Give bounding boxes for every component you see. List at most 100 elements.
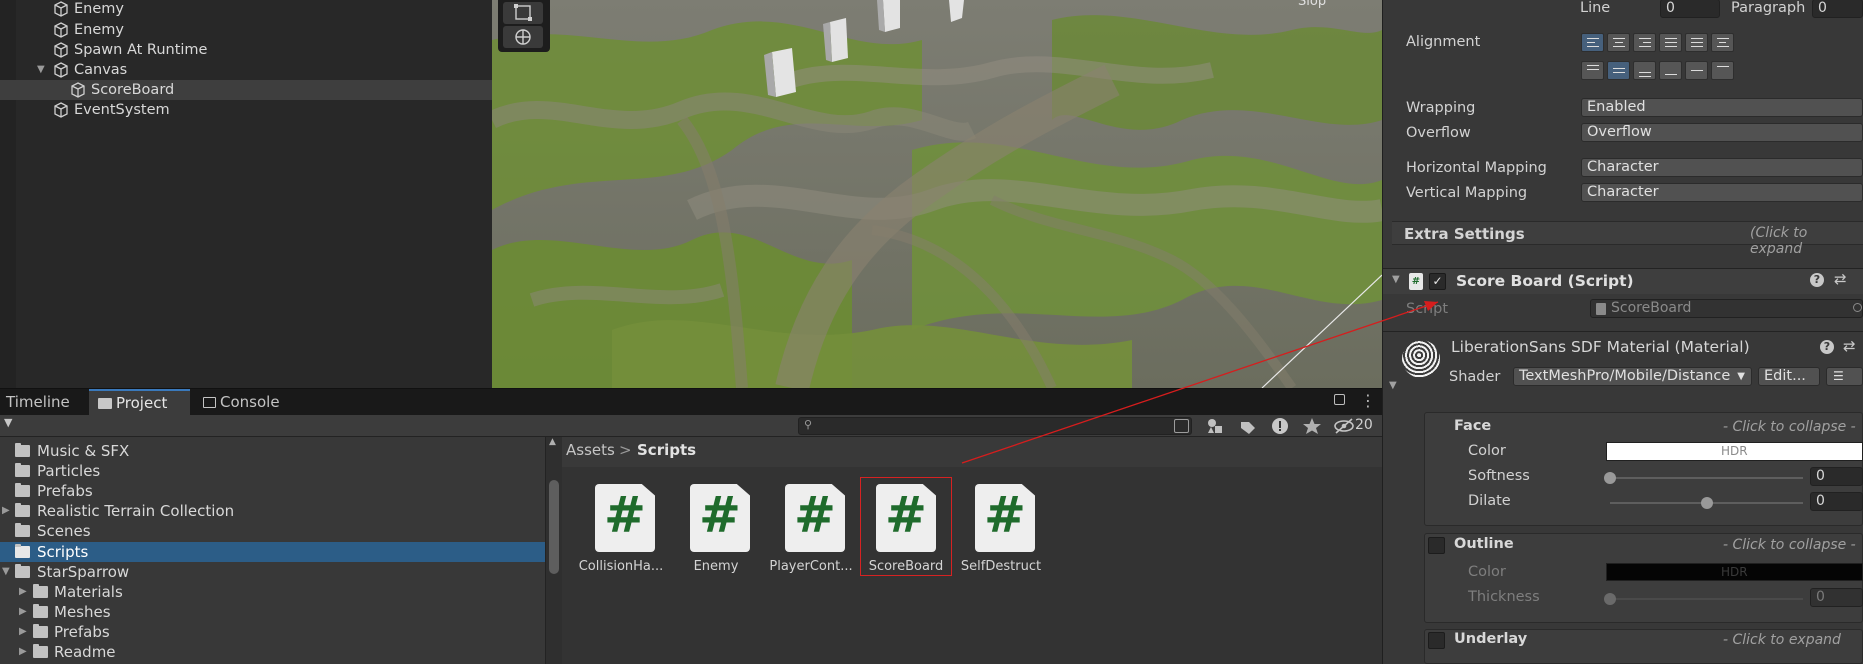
lock-icon[interactable] [1334, 394, 1345, 405]
align-midline-button[interactable] [1685, 61, 1708, 80]
component-enabled-checkbox[interactable]: ✓ [1429, 273, 1446, 290]
folder-starsparrow[interactable]: ▼ StarSparrow [0, 562, 545, 582]
underlay-toggle-checkbox[interactable] [1428, 632, 1445, 649]
folder-meshes[interactable]: ▶ Meshes [0, 602, 545, 622]
favorites-star-icon[interactable] [1301, 417, 1323, 435]
underlay-expand-hint[interactable]: - Click to expand [1723, 632, 1841, 648]
outline-title[interactable]: Outline [1454, 536, 1514, 552]
shader-options-button[interactable]: ☰ [1826, 367, 1863, 386]
expand-triangle-icon[interactable]: ▶ [19, 582, 27, 602]
presets-icon[interactable]: ⇄ [1843, 337, 1856, 355]
scrollbar-thumb[interactable] [549, 480, 559, 574]
align-center-button[interactable] [1607, 33, 1630, 52]
align-baseline-button[interactable] [1659, 61, 1682, 80]
align-capline-button[interactable] [1711, 61, 1734, 80]
asset-collisionhandler[interactable]: # CollisionHa... [573, 478, 669, 575]
wrapping-dropdown[interactable]: Enabled [1581, 98, 1863, 117]
scroll-up-arrow-icon[interactable]: ▲ [549, 437, 556, 447]
align-right-button[interactable] [1633, 33, 1656, 52]
folder-icon [15, 443, 30, 457]
tab-project[interactable]: Project [89, 389, 190, 416]
softness-slider-knob[interactable] [1604, 472, 1616, 484]
hierarchy-item-enemy[interactable]: Enemy [0, 0, 492, 19]
overflow-dropdown[interactable]: Overflow [1581, 123, 1863, 142]
folder-icon [33, 604, 48, 618]
expand-triangle-icon[interactable]: ▼ [37, 60, 45, 80]
align-justified-button[interactable] [1659, 33, 1682, 52]
more-menu-icon[interactable]: ⋮ [1360, 391, 1376, 410]
folder-materials[interactable]: ▶ Materials [0, 582, 545, 602]
folder-readme[interactable]: ▶ Readme [0, 642, 545, 662]
scene-view[interactable]: Slop [492, 0, 1382, 388]
line-spacing-field[interactable]: 0 [1660, 0, 1720, 18]
softness-field[interactable]: 0 [1810, 467, 1863, 486]
align-top-button[interactable] [1581, 61, 1604, 80]
shader-dropdown[interactable]: TextMeshPro/Mobile/Distance ▼ [1513, 367, 1752, 386]
softness-slider-track[interactable] [1610, 477, 1803, 479]
tab-console[interactable]: Console [194, 389, 294, 416]
hierarchy-item-eventsystem[interactable]: EventSystem [0, 100, 492, 120]
filter-by-type-icon[interactable] [1205, 417, 1227, 435]
csharp-script-icon: # [595, 484, 655, 552]
paragraph-spacing-field[interactable]: 0 [1812, 0, 1863, 18]
asset-selfdestruct[interactable]: # SelfDestruct [953, 478, 1049, 575]
expand-triangle-icon[interactable]: ▼ [2, 562, 10, 582]
hierarchy-item-enemy[interactable]: Enemy [0, 20, 492, 40]
enemy-box [823, 18, 848, 62]
folder-realistic-terrain-collection[interactable]: ▶ Realistic Terrain Collection [0, 501, 545, 521]
expand-triangle-icon[interactable]: ▶ [2, 501, 10, 521]
face-color-swatch[interactable]: HDR [1606, 442, 1863, 461]
align-flush-button[interactable] [1685, 33, 1708, 52]
align-left-button[interactable] [1581, 33, 1604, 52]
filter-by-label-icon[interactable] [1237, 417, 1259, 435]
folder-scenes[interactable]: Scenes [0, 521, 545, 541]
outline-collapse-hint[interactable]: - Click to collapse - [1723, 537, 1856, 553]
tab-timeline[interactable]: Timeline [0, 389, 86, 416]
help-icon[interactable]: ? [1820, 340, 1834, 354]
presets-icon[interactable]: ⇄ [1834, 270, 1847, 288]
face-collapse-hint[interactable]: - Click to collapse - [1723, 419, 1856, 435]
breadcrumb-assets[interactable]: Assets [566, 441, 615, 459]
asset-playercontroller[interactable]: # PlayerCont... [763, 478, 859, 575]
hierarchy-panel: Enemy Enemy Spawn At Runtime ▼ Canvas Sc… [0, 0, 492, 388]
filter-by-log-type-icon[interactable] [1269, 417, 1291, 435]
hierarchy-item-canvas[interactable]: ▼ Canvas [0, 60, 492, 80]
rect-tool-button[interactable] [503, 2, 543, 24]
dilate-field[interactable]: 0 [1810, 492, 1863, 511]
breadcrumb-scripts[interactable]: Scripts [637, 441, 696, 459]
folder-particles[interactable]: Particles [0, 461, 545, 481]
folder-prefabs[interactable]: ▶ Prefabs [0, 622, 545, 642]
hierarchy-item-label: Enemy [74, 1, 124, 17]
vertical-mapping-dropdown[interactable]: Character [1581, 183, 1863, 202]
create-dropdown-icon[interactable]: ▼ [4, 416, 12, 429]
align-geometry-center-button[interactable] [1711, 33, 1734, 52]
hierarchy-item-spawn-at-runtime[interactable]: Spawn At Runtime [0, 40, 492, 60]
score-board-component-header[interactable]: ▼ # ✓ Score Board (Script) ? ⇄ [1383, 268, 1863, 294]
folder-prefabs[interactable]: Prefabs [0, 481, 545, 501]
hidden-packages-toggle[interactable]: 20 [1333, 417, 1381, 435]
underlay-title[interactable]: Underlay [1454, 631, 1527, 647]
expand-triangle-icon[interactable]: ▶ [19, 622, 27, 642]
transform-tool-button[interactable] [503, 26, 543, 48]
edit-shader-button[interactable]: Edit... [1758, 367, 1820, 386]
hierarchy-item-scoreboard[interactable]: ScoreBoard [0, 80, 492, 100]
dilate-slider-knob[interactable] [1700, 497, 1713, 509]
folder-scripts[interactable]: Scripts [0, 542, 545, 562]
search-options-icon[interactable] [1174, 419, 1189, 433]
horizontal-mapping-dropdown[interactable]: Character [1581, 158, 1863, 177]
component-foldout-icon[interactable]: ▼ [1392, 274, 1400, 285]
search-input[interactable]: ⚲ [798, 417, 1192, 435]
asset-scoreboard[interactable]: # ScoreBoard [860, 477, 952, 576]
help-icon[interactable]: ? [1810, 273, 1824, 287]
material-foldout-icon[interactable]: ▼ [1389, 380, 1397, 391]
asset-enemy[interactable]: # Enemy [668, 478, 764, 575]
expand-triangle-icon[interactable]: ▶ [19, 602, 27, 622]
folder-music-sfx[interactable]: Music & SFX [0, 441, 545, 461]
align-bottom-button[interactable] [1633, 61, 1656, 80]
face-title[interactable]: Face [1454, 418, 1491, 434]
folder-open-icon [15, 564, 30, 578]
extra-settings-header[interactable]: Extra Settings (Click to expand [1392, 221, 1863, 257]
expand-triangle-icon[interactable]: ▶ [19, 642, 27, 662]
outline-toggle-checkbox[interactable] [1428, 537, 1445, 554]
align-middle-button[interactable] [1607, 61, 1630, 80]
